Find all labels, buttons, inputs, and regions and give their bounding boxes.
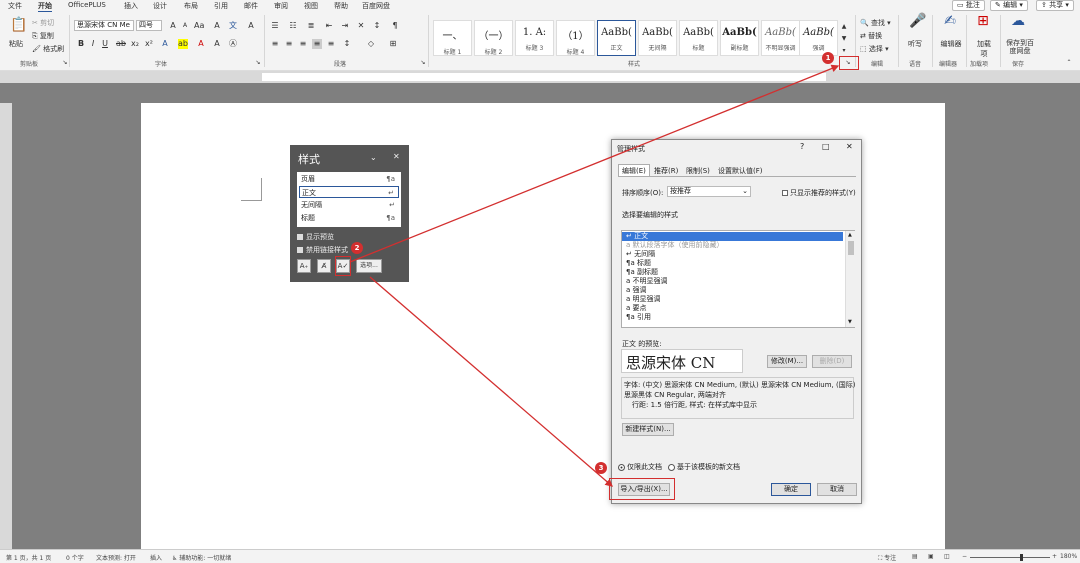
annotation-arrows	[349, 64, 840, 487]
zoom-in-icon[interactable]: +	[1052, 553, 1057, 560]
focus-button[interactable]: ⛶ 专注	[878, 553, 896, 563]
word-count[interactable]: 0 个字	[66, 553, 84, 562]
callout-badge: 3	[595, 462, 607, 474]
callout-badge: 1	[822, 52, 834, 64]
arrow-line	[369, 276, 613, 487]
read-mode-icon[interactable]: ▤	[912, 553, 918, 560]
text-predictions[interactable]: 文本预测: 打开	[96, 553, 136, 562]
print-layout-icon[interactable]: ▣	[928, 553, 934, 560]
accessibility-label: 辅助功能: 一切就绪	[179, 555, 232, 562]
callout-badge: 2	[351, 242, 363, 254]
zoom-slider-thumb[interactable]	[1020, 554, 1023, 561]
status-bar: 第 1 页，共 1 页 0 个字 文本预测: 打开 插入 ♿ 辅助功能: 一切就…	[0, 549, 1080, 563]
accessibility-status[interactable]: ♿ 辅助功能: 一切就绪	[172, 553, 231, 562]
insert-mode[interactable]: 插入	[150, 553, 162, 562]
zoom-level[interactable]: 180%	[1060, 553, 1077, 560]
arrow-line	[349, 64, 840, 263]
zoom-slider[interactable]	[970, 557, 1050, 558]
zoom-out-icon[interactable]: −	[962, 553, 967, 560]
web-layout-icon[interactable]: ◫	[944, 553, 950, 560]
page-count[interactable]: 第 1 页，共 1 页	[6, 553, 51, 562]
focus-label: 专注	[884, 555, 897, 562]
